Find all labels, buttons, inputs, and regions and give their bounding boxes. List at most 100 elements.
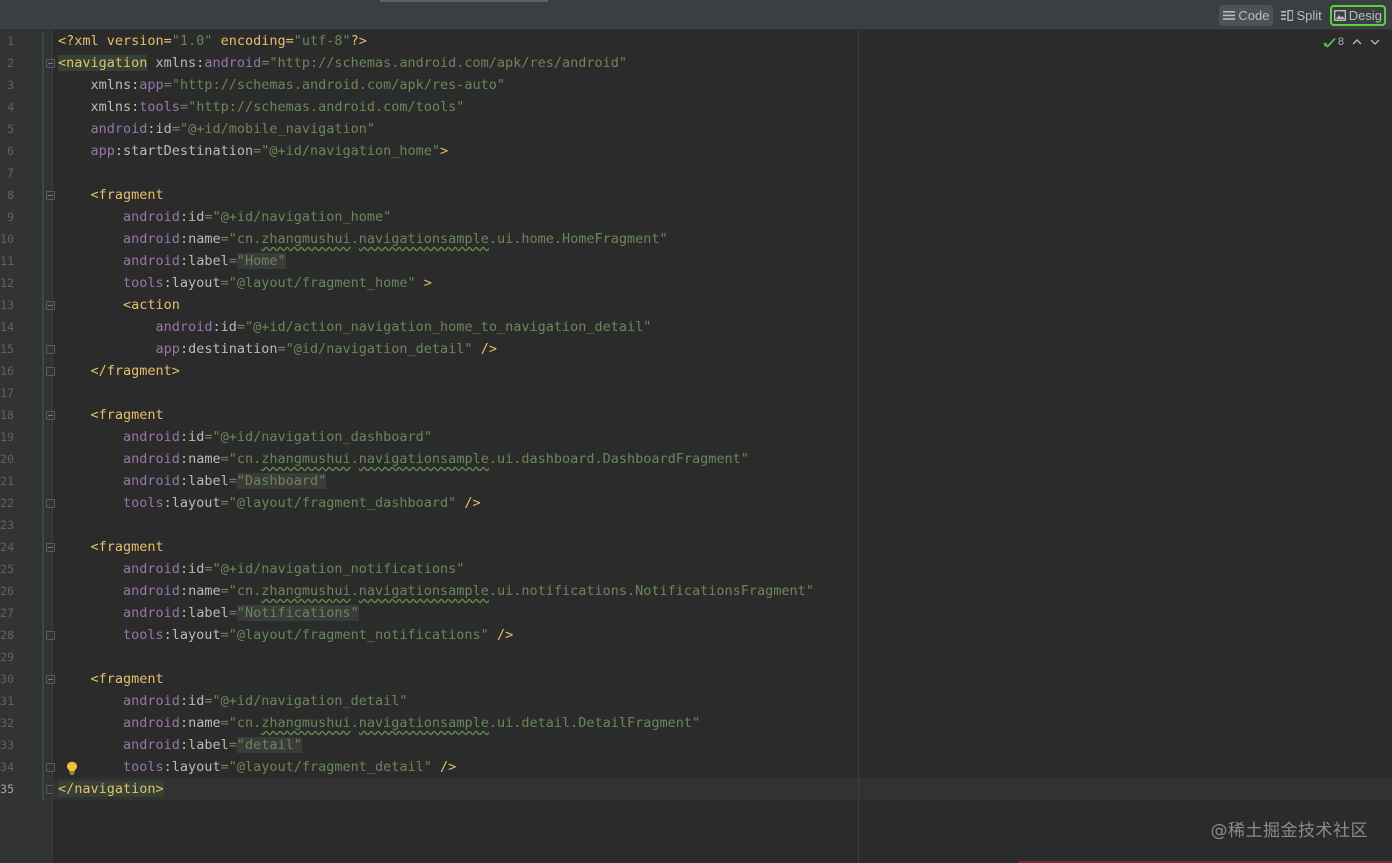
code-mode-button[interactable]: Code	[1219, 4, 1274, 26]
code-token: =	[220, 583, 229, 599]
line-number: 3	[7, 78, 14, 92]
line-number: 24	[0, 540, 14, 554]
code-token: :layout	[163, 495, 221, 511]
code-token: "Notifications"	[236, 605, 359, 621]
code-token: =	[220, 231, 229, 247]
code-token: tools	[123, 275, 164, 291]
code-token: <action	[123, 297, 180, 313]
code-token: =	[220, 715, 229, 731]
code-token: zhangmushui	[261, 583, 351, 599]
code-token: />	[431, 759, 457, 775]
code-token: :layout	[163, 275, 221, 291]
code-token: "@layout/fragment_home"	[228, 275, 416, 291]
line-number: 16	[0, 364, 14, 378]
code-mode-label: Code	[1238, 7, 1270, 23]
line-number: 2	[7, 56, 14, 70]
line-number: 6	[7, 144, 14, 158]
line-number: 10	[0, 232, 14, 246]
code-token: android	[90, 121, 148, 137]
line-number: 22	[0, 496, 14, 510]
code-token: navigationsample	[358, 715, 489, 731]
code-token: <fragment	[90, 407, 164, 423]
code-token: zhangmushui	[261, 231, 351, 247]
line-number: 31	[0, 694, 14, 708]
line-number: 5	[7, 122, 14, 136]
code-token: app	[155, 341, 180, 357]
code-token: =	[179, 99, 189, 115]
code-token: =	[228, 605, 237, 621]
code-line: tools:layout="@layout/fragment_detail" /…	[58, 756, 456, 778]
line-number: 25	[0, 562, 14, 576]
code-token: "@+id/navigation_notifications"	[212, 561, 465, 577]
split-icon	[1281, 9, 1294, 21]
code-token: :destination	[179, 341, 278, 357]
code-token: app	[139, 77, 164, 93]
code-token: "http://schemas.android.com/tools"	[188, 99, 465, 115]
code-line: <?xml version="1.0" encoding="utf-8"?>	[58, 30, 367, 52]
code-line: android:name="cn.zhangmushui.navigations…	[58, 580, 814, 602]
code-token: xmlns:	[147, 55, 205, 71]
code-token: .	[350, 231, 359, 247]
code-token: "@layout/fragment_notifications"	[228, 627, 489, 643]
code-token: =	[220, 759, 229, 775]
watermark-text: @稀土掘金技术社区	[1210, 821, 1368, 841]
code-token: :name	[179, 715, 221, 731]
line-number: 13	[0, 298, 14, 312]
code-token: .ui.detail.DetailFragment"	[488, 715, 701, 731]
split-mode-button[interactable]: Split	[1277, 5, 1325, 26]
line-number-current: 35	[0, 782, 14, 796]
line-number: 30	[0, 672, 14, 686]
inspection-summary[interactable]: 8	[1323, 36, 1344, 48]
code-token: app	[90, 143, 115, 159]
line-number: 4	[7, 100, 14, 114]
code-token: :id	[179, 693, 205, 709]
code-line: <fragment	[58, 668, 164, 690]
code-line: tools:layout="@layout/fragment_dashboard…	[58, 492, 481, 514]
line-number: 21	[0, 474, 14, 488]
code-token: =	[236, 319, 245, 335]
line-number-gutter: 1 2 3 4 5 6 7 8 9 10 11 12 13 14 15 16 1…	[0, 30, 55, 863]
code-token: :layout	[163, 759, 221, 775]
line-number: 17	[0, 386, 14, 400]
chevron-up-icon[interactable]	[1352, 38, 1362, 46]
code-token: :label	[179, 253, 229, 269]
code-token: android	[123, 253, 180, 269]
vcs-change-marker	[42, 32, 44, 800]
code-token: "@+id/navigation_detail"	[212, 693, 408, 709]
line-number: 29	[0, 650, 14, 664]
code-token: "cn.	[228, 715, 262, 731]
active-tab-indicator	[380, 0, 548, 2]
code-token: />	[488, 627, 514, 643]
code-line: android:label="Dashboard"	[58, 470, 327, 492]
line-number: 34	[0, 760, 14, 774]
code-token: tools	[123, 759, 164, 775]
code-token: encoding=	[212, 33, 294, 49]
line-number: 8	[7, 188, 14, 202]
code-line: android:id="@+id/mobile_navigation"	[58, 118, 376, 140]
code-line: android:label="Notifications"	[58, 602, 359, 624]
chevron-down-icon[interactable]	[1370, 38, 1380, 46]
code-token: android	[123, 583, 180, 599]
inspection-widget: 8	[1323, 36, 1380, 48]
code-line: android:id="@+id/navigation_dashboard"	[58, 426, 432, 448]
code-token: ?>	[350, 33, 367, 49]
code-token: "@+id/action_navigation_home_to_navigati…	[244, 319, 652, 335]
code-token: =	[253, 143, 262, 159]
code-token: =	[220, 275, 229, 291]
code-token: android	[123, 473, 180, 489]
code-token: :id	[147, 121, 172, 137]
line-number: 23	[0, 518, 14, 532]
code-line: android:name="cn.zhangmushui.navigations…	[58, 228, 668, 250]
code-line: android:name="cn.zhangmushui.navigations…	[58, 448, 749, 470]
design-mode-button[interactable]: Desig	[1329, 4, 1386, 26]
line-number: 9	[7, 210, 14, 224]
code-editor[interactable]: <?xml version="1.0" encoding="utf-8"?> <…	[53, 30, 1392, 863]
code-token: =	[277, 341, 286, 357]
code-token: "cn.	[228, 451, 262, 467]
code-token: android	[123, 209, 180, 225]
code-token: =	[228, 473, 237, 489]
code-token: :startDestination	[114, 143, 254, 159]
code-token: </navigation>	[58, 781, 164, 797]
code-token: =	[220, 495, 229, 511]
code-token: "cn.	[228, 583, 262, 599]
